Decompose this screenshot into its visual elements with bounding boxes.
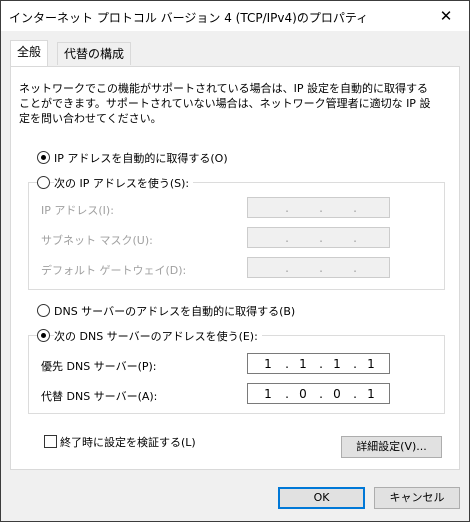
ip-dot-separator: . [353, 387, 357, 401]
ip-manual-label[interactable]: 次の IP アドレスを使う(S): [54, 175, 194, 191]
ip-dot-separator: . [285, 231, 289, 245]
preferred-dns-input[interactable]: 1 . 1 . 1 . 1 [247, 353, 390, 374]
ip-dot-separator: . [353, 231, 357, 245]
ip-octet: 0 [333, 387, 341, 401]
ip-auto-radio[interactable] [37, 151, 50, 164]
dns-auto-label[interactable]: DNS サーバーのアドレスを自動的に取得する(B) [54, 303, 295, 319]
ip-dot-separator: . [353, 357, 357, 371]
advanced-button[interactable]: 詳細設定(V)... [341, 436, 442, 458]
subnet-mask-label: サブネット マスク(U): [41, 234, 153, 247]
ip-octet: 1 [299, 357, 307, 371]
ip-octet: 1 [264, 357, 272, 371]
cancel-button[interactable]: キャンセル [374, 487, 460, 509]
ip-dot-separator: . [285, 357, 289, 371]
description-text: ネットワークでこの機能がサポートされている場合は、IP 設定を自動的に取得するこ… [19, 82, 431, 125]
title-bar: インターネット プロトコル バージョン 4 (TCP/IPv4)のプロパティ ✕ [1, 1, 469, 31]
ip-address-label: IP アドレス(I): [41, 204, 114, 217]
ip-octet: 0 [299, 387, 307, 401]
preferred-dns-label: 優先 DNS サーバー(P): [41, 360, 157, 373]
ip-dot-separator: . [285, 387, 289, 401]
ip-manual-radio[interactable] [37, 176, 50, 189]
validate-on-exit-label[interactable]: 終了時に設定を検証する(L) [60, 434, 196, 450]
ip-dot-separator: . [319, 387, 323, 401]
ip-dot-separator: . [319, 357, 323, 371]
ok-button[interactable]: OK [278, 487, 365, 509]
alternate-dns-label: 代替 DNS サーバー(A): [41, 390, 158, 403]
validate-on-exit-checkbox[interactable] [44, 435, 57, 448]
subnet-mask-input: . . . [247, 227, 390, 248]
ip-dot-separator: . [285, 201, 289, 215]
tab-alternate-config[interactable]: 代替の構成 [57, 42, 132, 65]
dns-manual-radio[interactable] [37, 329, 50, 342]
ip-octet: 1 [367, 387, 375, 401]
ip-octet: 1 [367, 357, 375, 371]
ip-dot-separator: . [319, 201, 323, 215]
properties-dialog: インターネット プロトコル バージョン 4 (TCP/IPv4)のプロパティ ✕… [0, 0, 470, 522]
dns-manual-label[interactable]: 次の DNS サーバーのアドレスを使う(E): [54, 328, 262, 344]
ip-octet: 1 [333, 357, 341, 371]
ip-address-input: . . . [247, 197, 390, 218]
tab-general[interactable]: 全般 [10, 40, 49, 66]
ip-dot-separator: . [319, 231, 323, 245]
default-gateway-label: デフォルト ゲートウェイ(D): [41, 264, 187, 277]
ip-dot-separator: . [353, 201, 357, 215]
default-gateway-input: . . . [247, 257, 390, 278]
dns-auto-radio[interactable] [37, 304, 50, 317]
ip-dot-separator: . [353, 261, 357, 275]
ip-dot-separator: . [319, 261, 323, 275]
ip-octet: 1 [264, 387, 272, 401]
alternate-dns-input[interactable]: 1 . 0 . 0 . 1 [247, 383, 390, 404]
dialog-title: インターネット プロトコル バージョン 4 (TCP/IPv4)のプロパティ [9, 11, 369, 25]
ip-dot-separator: . [285, 261, 289, 275]
ip-auto-label[interactable]: IP アドレスを自動的に取得する(O) [54, 150, 228, 166]
close-button[interactable]: ✕ [423, 1, 469, 31]
